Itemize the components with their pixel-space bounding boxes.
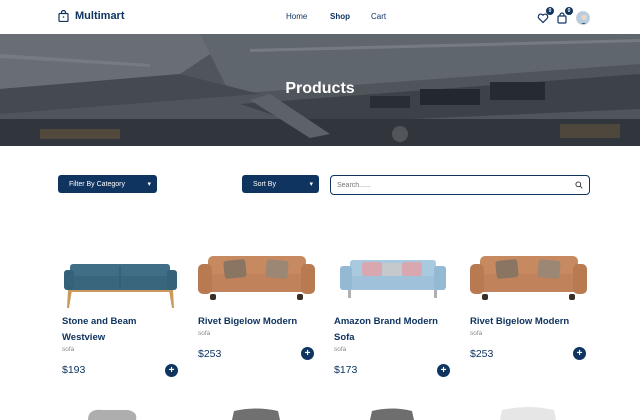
product-category: sofa bbox=[198, 330, 211, 337]
product-price: $173 bbox=[334, 364, 358, 376]
search-box bbox=[330, 175, 590, 195]
shopping-bag-icon bbox=[58, 10, 69, 22]
wishlist-button[interactable]: 0 bbox=[537, 7, 554, 24]
product-card-partial[interactable] bbox=[466, 398, 591, 420]
page-title: Products bbox=[285, 80, 355, 97]
search-input[interactable] bbox=[337, 181, 567, 189]
search-icon[interactable] bbox=[575, 181, 583, 189]
product-category: sofa bbox=[334, 346, 347, 353]
cart-count-badge: 0 bbox=[565, 7, 573, 15]
brand-logo[interactable]: Multimart bbox=[58, 10, 125, 22]
product-image-chair bbox=[500, 407, 556, 420]
product-price: $253 bbox=[470, 348, 494, 360]
product-card-partial[interactable] bbox=[330, 398, 455, 420]
add-to-cart-button[interactable]: + bbox=[437, 364, 450, 377]
hero-banner: Products bbox=[0, 34, 640, 146]
nav-shop[interactable]: Shop bbox=[330, 12, 360, 21]
product-image-tan-sofa bbox=[198, 256, 315, 300]
product-card-partial[interactable] bbox=[58, 398, 183, 420]
product-image-chair bbox=[232, 408, 280, 420]
product-image-light-blue-sofa bbox=[340, 260, 446, 298]
product-card[interactable]: Stone and Beam Westview sofa $193 + bbox=[58, 236, 183, 386]
product-category: sofa bbox=[470, 330, 483, 337]
add-to-cart-button[interactable]: + bbox=[301, 347, 314, 360]
product-name[interactable]: Rivet Bigelow Modern bbox=[198, 314, 316, 330]
nav-cart[interactable]: Cart bbox=[371, 12, 401, 21]
category-filter-label: Filter By Category bbox=[69, 180, 126, 188]
product-card[interactable]: Rivet Bigelow Modern sofa $253 + bbox=[194, 236, 319, 386]
user-avatar-icon bbox=[577, 12, 589, 24]
product-image-tan-sofa bbox=[470, 256, 587, 300]
product-name[interactable]: Rivet Bigelow Modern bbox=[470, 314, 588, 330]
wishlist-count-badge: 0 bbox=[546, 7, 554, 15]
product-name[interactable]: Stone and Beam Westview bbox=[62, 314, 180, 346]
sort-select[interactable]: Sort By ▾ bbox=[242, 175, 319, 193]
product-image-chair bbox=[370, 408, 414, 420]
chevron-down-icon: ▾ bbox=[309, 181, 313, 188]
cart-button[interactable]: 0 bbox=[556, 7, 573, 24]
chevron-down-icon: ▾ bbox=[147, 181, 151, 188]
add-to-cart-button[interactable]: + bbox=[165, 364, 178, 377]
avatar[interactable] bbox=[576, 11, 590, 25]
add-to-cart-button[interactable]: + bbox=[573, 347, 586, 360]
product-name[interactable]: Amazon Brand Modern Sofa bbox=[334, 314, 452, 346]
sort-label: Sort By bbox=[253, 180, 276, 188]
product-card[interactable]: Amazon Brand Modern Sofa sofa $173 + bbox=[330, 236, 455, 386]
product-price: $193 bbox=[62, 364, 86, 376]
nav-home[interactable]: Home bbox=[286, 12, 316, 21]
product-image-chair bbox=[88, 409, 137, 420]
product-category: sofa bbox=[62, 346, 75, 353]
product-card[interactable]: Rivet Bigelow Modern sofa $253 + bbox=[466, 236, 591, 386]
category-filter-select[interactable]: Filter By Category ▾ bbox=[58, 175, 157, 193]
brand-name: Multimart bbox=[75, 10, 125, 22]
product-card-partial[interactable] bbox=[194, 398, 319, 420]
product-image-blue-sofa bbox=[64, 264, 177, 308]
product-price: $253 bbox=[198, 348, 222, 360]
site-header: Multimart Home Shop Cart 0 0 bbox=[0, 0, 640, 34]
